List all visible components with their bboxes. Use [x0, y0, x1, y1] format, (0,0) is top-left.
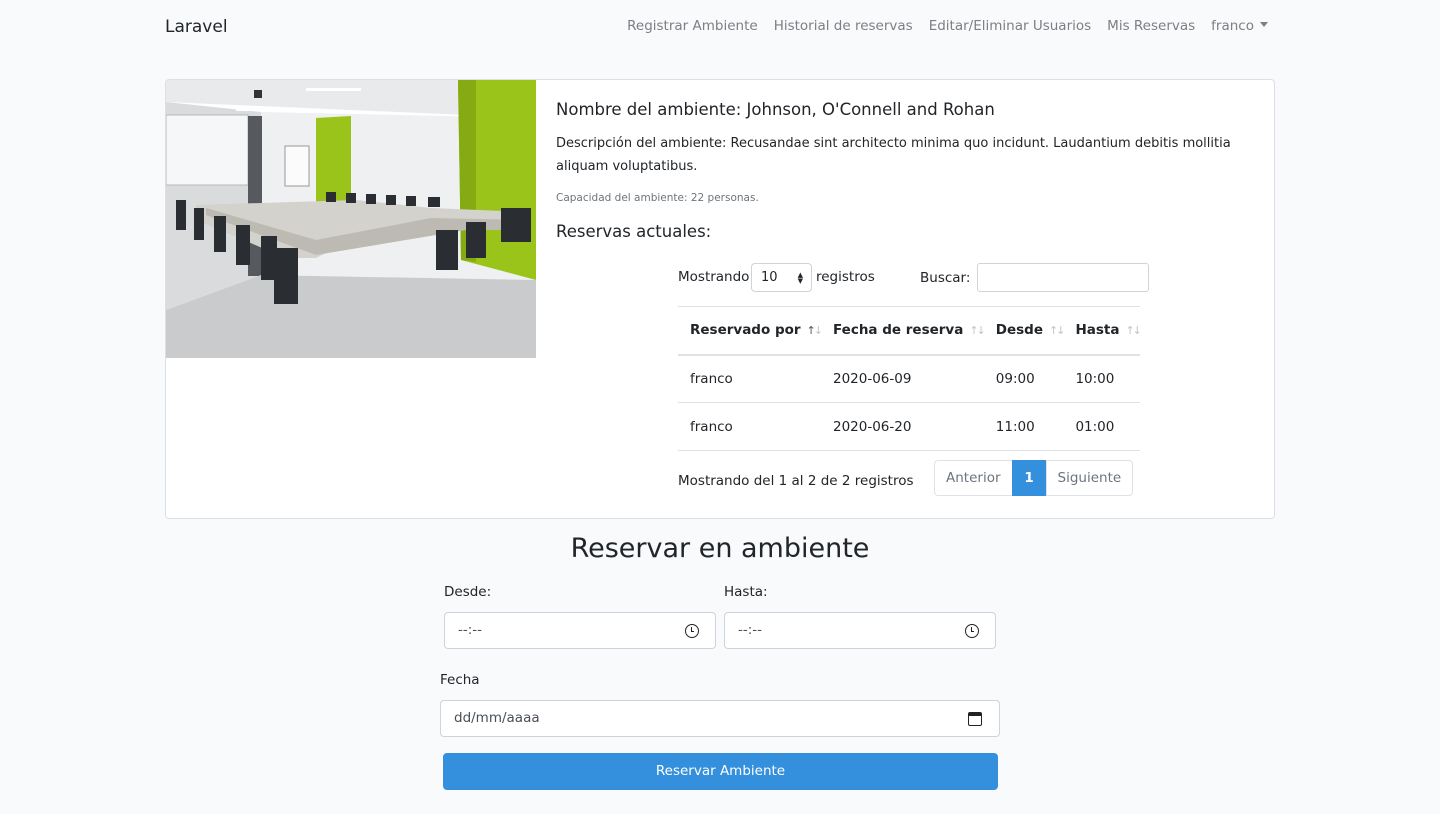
- cell-desde: 11:00: [983, 402, 1064, 451]
- cell-hasta: 10:00: [1063, 354, 1140, 403]
- desde-time-input[interactable]: --:--: [444, 612, 716, 649]
- caret-down-icon: [1260, 22, 1268, 27]
- nav-mis-reservas[interactable]: Mis Reservas: [1107, 18, 1195, 34]
- room-photo: [166, 80, 536, 358]
- column-header-reservado-por[interactable]: Reservado por ↑↓: [678, 306, 824, 356]
- sort-icon: ↑↓: [1049, 324, 1066, 338]
- nav-historial-reservas[interactable]: Historial de reservas: [774, 18, 913, 34]
- pagination-next[interactable]: Siguiente: [1045, 460, 1134, 496]
- sort-icon: ↑↓: [969, 324, 986, 338]
- room-name: Nombre del ambiente: Johnson, O'Connell …: [556, 100, 995, 119]
- length-prefix: Mostrando: [678, 269, 750, 285]
- hasta-value: --:--: [738, 622, 763, 638]
- length-select[interactable]: 10 ▲ ▼: [751, 263, 812, 292]
- reservas-title: Reservas actuales:: [556, 222, 712, 241]
- updown-arrows-icon: ▲ ▼: [797, 271, 803, 285]
- nav-editar-usuarios[interactable]: Editar/Eliminar Usuarios: [929, 18, 1091, 34]
- brand-link[interactable]: Laravel: [165, 17, 228, 37]
- length-suffix: registros: [816, 269, 875, 285]
- hasta-time-input[interactable]: --:--: [724, 612, 996, 649]
- nav-registrar-ambiente[interactable]: Registrar Ambiente: [627, 18, 758, 34]
- search-input[interactable]: [977, 263, 1149, 292]
- clock-icon[interactable]: [685, 624, 699, 638]
- fecha-label: Fecha: [440, 672, 480, 688]
- column-header-fecha[interactable]: Fecha de reserva ↑↓: [820, 306, 986, 356]
- calendar-icon[interactable]: [968, 712, 982, 726]
- sort-icon: ↑↓: [1125, 324, 1142, 338]
- table-row: franco 2020-06-09 09:00 10:00: [678, 354, 1140, 403]
- search-label: Buscar:: [920, 270, 971, 286]
- cell-desde: 09:00: [983, 354, 1064, 403]
- column-header-desde[interactable]: Desde ↑↓: [983, 306, 1066, 356]
- reservar-ambiente-button[interactable]: Reservar Ambiente: [443, 753, 998, 790]
- table-header-row: Reservado por ↑↓ Fecha de reserva ↑↓ Desde…: [678, 306, 1142, 356]
- room-info: Nombre del ambiente: Johnson, O'Connell …: [556, 100, 1246, 241]
- room-capacity: Capacidad del ambiente: 22 personas.: [556, 192, 759, 204]
- cell-fecha: 2020-06-09: [820, 354, 984, 403]
- navbar: Laravel Registrar Ambiente Historial de …: [0, 0, 1440, 55]
- datatable-info: Mostrando del 1 al 2 de 2 registros: [678, 473, 914, 489]
- user-name: franco: [1211, 18, 1254, 34]
- fecha-value: dd/mm/aaaa: [454, 710, 540, 726]
- sort-icon: ↑↓: [806, 324, 824, 338]
- desde-label: Desde:: [444, 584, 492, 600]
- reservations-datatable: Mostrando 10 ▲ ▼ registros Buscar: Reserv…: [678, 263, 1150, 496]
- length-value: 10: [761, 270, 778, 285]
- pagination-page-1[interactable]: 1: [1011, 460, 1047, 496]
- cell-fecha: 2020-06-20: [820, 402, 984, 451]
- fecha-date-input[interactable]: dd/mm/aaaa: [440, 700, 1000, 737]
- pagination: Anterior 1 Siguiente: [934, 460, 1134, 496]
- cell-reservado-por: franco: [678, 354, 821, 403]
- desde-value: --:--: [458, 622, 483, 638]
- datatable-controls: Mostrando 10 ▲ ▼ registros Buscar:: [678, 263, 1150, 305]
- room-description: Descripción del ambiente: Recusandae sin…: [556, 136, 1231, 174]
- clock-icon[interactable]: [965, 624, 979, 638]
- reservations-table: Reservado por ↑↓ Fecha de reserva ↑↓ Desde…: [678, 306, 1142, 451]
- pagination-previous[interactable]: Anterior: [934, 460, 1013, 496]
- column-header-hasta[interactable]: Hasta ↑↓: [1063, 306, 1142, 356]
- cell-hasta: 01:00: [1063, 402, 1140, 451]
- table-row: franco 2020-06-20 11:00 01:00: [678, 402, 1140, 451]
- form-title: Reservar en ambiente: [570, 533, 870, 564]
- nav-links: Registrar Ambiente Historial de reservas…: [627, 18, 1268, 34]
- room-card: Nombre del ambiente: Johnson, O'Connell …: [165, 79, 1275, 519]
- cell-reservado-por: franco: [678, 402, 821, 451]
- user-dropdown[interactable]: franco: [1211, 18, 1268, 34]
- hasta-label: Hasta:: [724, 584, 768, 600]
